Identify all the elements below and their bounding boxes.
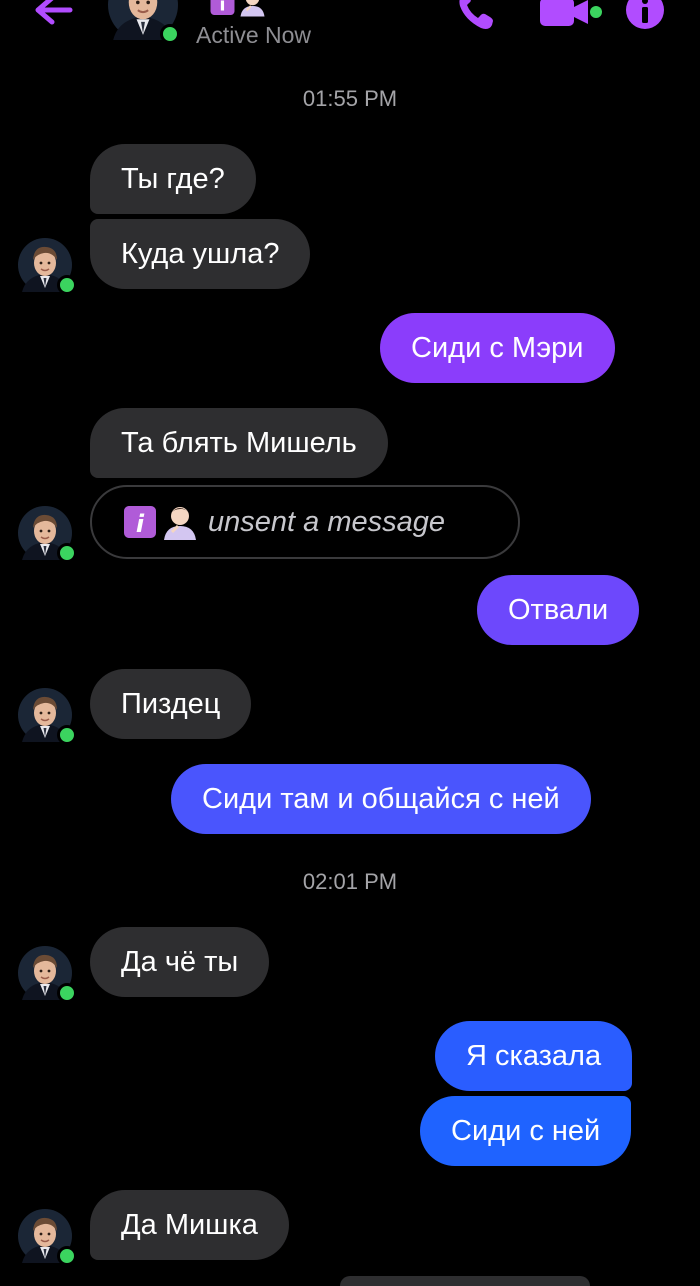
- contact-avatar[interactable]: [18, 688, 77, 745]
- online-indicator: [57, 983, 77, 1003]
- message-bubble-outgoing[interactable]: Сиди с Мэри: [380, 313, 615, 383]
- contact-avatar[interactable]: [18, 1209, 77, 1266]
- message-bubble-outgoing[interactable]: Сиди там и общайся с ней: [171, 764, 591, 834]
- message-bubble-incoming[interactable]: Да Мишка: [90, 1190, 289, 1260]
- contact-avatar[interactable]: [18, 946, 77, 1003]
- contact-avatar[interactable]: [18, 506, 77, 563]
- online-indicator: [57, 275, 77, 295]
- message-bubble-partial: [340, 1276, 590, 1286]
- contact-avatar[interactable]: [18, 238, 77, 295]
- message-bubble-incoming[interactable]: Куда ушла?: [90, 219, 311, 289]
- contact-name-emoji-icon: [122, 502, 202, 542]
- phone-icon[interactable]: [455, 0, 499, 32]
- message-bubble-incoming[interactable]: Та блять Мишель: [90, 408, 388, 478]
- message-bubble-incoming[interactable]: Да чё ты: [90, 927, 270, 997]
- unsent-message-text: unsent a message: [208, 505, 445, 538]
- online-indicator: [57, 543, 77, 563]
- chat-header: Active Now: [0, 0, 700, 60]
- message-bubble-incoming[interactable]: Пиздец: [90, 669, 252, 739]
- active-status: Active Now: [196, 22, 312, 48]
- message-bubble-outgoing[interactable]: Отвали: [477, 575, 640, 645]
- message-bubble-outgoing[interactable]: Сиди с ней: [420, 1096, 632, 1166]
- message-bubble-incoming[interactable]: Ты где?: [90, 144, 256, 214]
- message-bubble-outgoing[interactable]: Я сказала: [435, 1021, 633, 1091]
- online-indicator: [57, 1246, 77, 1266]
- info-icon[interactable]: [624, 0, 666, 32]
- online-indicator: [57, 725, 77, 745]
- video-camera-icon[interactable]: [538, 0, 606, 30]
- timestamp: 02:01 PM: [302, 869, 398, 894]
- contact-avatar[interactable]: [108, 0, 180, 44]
- contact-name-emoji-icon: [196, 0, 282, 18]
- timestamp: 01:55 PM: [302, 86, 398, 111]
- online-indicator: [160, 24, 180, 44]
- unsent-message-notice: unsent a message: [90, 485, 520, 559]
- back-arrow-icon[interactable]: [32, 0, 74, 30]
